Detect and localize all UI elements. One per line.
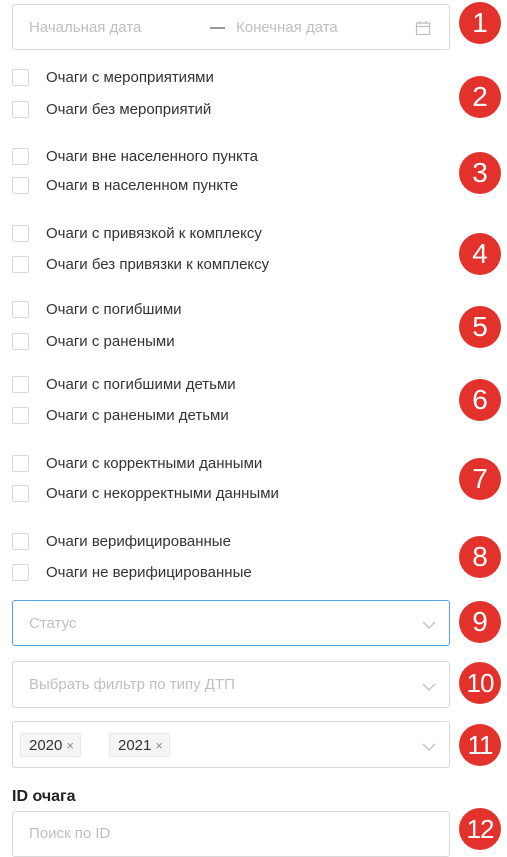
annotation-badge-12: 12: [459, 808, 501, 850]
checkbox-label: Очаги с некорректными данными: [46, 484, 279, 502]
remove-tag-icon[interactable]: ×: [66, 738, 74, 753]
checkbox-label: Очаги не верифицированные: [46, 563, 252, 581]
checkbox-label: Очаги с ранеными: [46, 332, 175, 350]
annotation-badge-6: 6: [459, 379, 501, 421]
checkbox-incorrect-data[interactable]: Очаги с некорректными данными: [12, 482, 279, 504]
checkbox[interactable]: [12, 332, 29, 350]
checkbox-label: Очаги без привязки к комплексу: [46, 255, 270, 273]
status-placeholder: Статус: [29, 615, 77, 632]
checkbox-linked-complex[interactable]: Очаги с привязкой к комплексу: [12, 222, 262, 244]
calendar-icon[interactable]: [415, 20, 431, 36]
checkbox-dead-children[interactable]: Очаги с погибшими детьми: [12, 373, 236, 395]
annotation-badge-4: 4: [459, 233, 501, 275]
checkbox[interactable]: [12, 176, 29, 194]
annotation-badge-7: 7: [459, 458, 501, 500]
checkbox-label: Очаги верифицированные: [46, 532, 231, 550]
year-tag-label: 2020: [29, 736, 63, 754]
date-separator: —: [210, 19, 225, 36]
checkbox-with-injured[interactable]: Очаги с ранеными: [12, 330, 175, 352]
dtp-type-placeholder: Выбрать фильтр по типу ДТП: [29, 676, 235, 693]
year-tag: 2021 ×: [109, 733, 170, 757]
checkbox-label: Очаги с погибшими: [46, 300, 182, 318]
checkbox[interactable]: [12, 484, 29, 502]
checkbox-label: Очаги с привязкой к комплексу: [46, 224, 262, 242]
checkbox[interactable]: [12, 100, 29, 118]
checkbox-with-dead[interactable]: Очаги с погибшими: [12, 298, 182, 320]
annotation-badge-8: 8: [459, 536, 501, 578]
id-search-label: ID очага: [12, 788, 76, 805]
checkbox-without-events[interactable]: Очаги без мероприятий: [12, 98, 211, 120]
checkbox-injured-children[interactable]: Очаги с ранеными детьми: [12, 404, 229, 426]
annotation-badge-5: 5: [459, 306, 501, 348]
checkbox-with-events[interactable]: Очаги с мероприятиями: [12, 66, 214, 88]
remove-tag-icon[interactable]: ×: [155, 738, 163, 753]
end-date-input[interactable]: Конечная дата: [236, 19, 338, 36]
annotation-badge-2: 2: [459, 76, 501, 118]
checkbox[interactable]: [12, 406, 29, 424]
checkbox-label: Очаги с погибшими детьми: [46, 375, 236, 393]
checkbox-label: Очаги вне населенного пункта: [46, 147, 258, 165]
annotation-badge-9: 9: [459, 601, 501, 643]
start-date-input[interactable]: Начальная дата: [29, 19, 141, 36]
checkbox-label: Очаги с корректными данными: [46, 454, 263, 472]
chevron-down-icon: [422, 621, 436, 629]
checkbox-not-verified[interactable]: Очаги не верифицированные: [12, 561, 252, 583]
checkbox[interactable]: [12, 563, 29, 581]
checkbox[interactable]: [12, 532, 29, 550]
checkbox-verified[interactable]: Очаги верифицированные: [12, 530, 231, 552]
annotation-badge-1: 1: [459, 2, 501, 44]
id-search-placeholder: Поиск по ID: [29, 825, 111, 842]
id-search-input[interactable]: Поиск по ID: [12, 811, 450, 857]
checkbox-label: Очаги в населенном пункте: [46, 176, 239, 194]
checkbox-label: Очаги с ранеными детьми: [46, 406, 229, 424]
status-select[interactable]: Статус: [12, 600, 450, 646]
checkbox[interactable]: [12, 147, 29, 165]
annotation-badge-11: 11: [459, 724, 501, 766]
checkbox[interactable]: [12, 300, 29, 318]
checkbox-label: Очаги без мероприятий: [46, 100, 212, 118]
checkbox-correct-data[interactable]: Очаги с корректными данными: [12, 452, 262, 474]
dtp-type-select[interactable]: Выбрать фильтр по типу ДТП: [12, 661, 450, 708]
checkbox-label: Очаги с мероприятиями: [46, 68, 214, 86]
annotation-badge-3: 3: [459, 152, 501, 194]
year-tag-label: 2021: [118, 736, 152, 754]
checkbox[interactable]: [12, 68, 29, 86]
date-range-picker[interactable]: Начальная дата — Конечная дата: [12, 4, 450, 50]
checkbox[interactable]: [12, 224, 29, 242]
checkbox-not-linked-complex[interactable]: Очаги без привязки к комплексу: [12, 253, 269, 275]
checkbox[interactable]: [12, 454, 29, 472]
chevron-down-icon: [422, 743, 436, 751]
chevron-down-icon: [422, 683, 436, 691]
annotation-badge-10: 10: [459, 662, 501, 704]
checkbox-outside-settlement[interactable]: Очаги вне населенного пункта: [12, 145, 258, 167]
checkbox[interactable]: [12, 255, 29, 273]
checkbox-inside-settlement[interactable]: Очаги в населенном пункте: [12, 174, 238, 196]
year-tag: 2020 ×: [20, 733, 81, 757]
checkbox[interactable]: [12, 375, 29, 393]
year-multi-select[interactable]: 2020 × 2021 ×: [12, 721, 450, 768]
